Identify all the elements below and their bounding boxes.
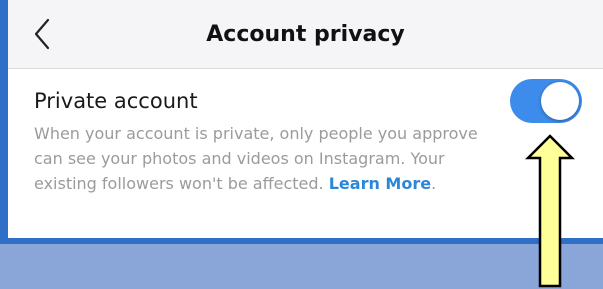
private-account-setting: Private account When your account is pri… bbox=[8, 69, 603, 238]
chevron-left-icon bbox=[34, 18, 50, 50]
setting-label: Private account bbox=[34, 89, 198, 113]
navigation-bar: Account privacy bbox=[8, 0, 603, 69]
private-account-toggle[interactable] bbox=[510, 79, 582, 123]
page-title: Account privacy bbox=[206, 22, 405, 47]
description-period: . bbox=[431, 174, 437, 193]
device-frame: Account privacy Private account When you… bbox=[0, 0, 603, 244]
learn-more-link[interactable]: Learn More bbox=[329, 174, 431, 193]
setting-description: When your account is private, only peopl… bbox=[34, 121, 504, 196]
back-button[interactable] bbox=[28, 14, 64, 54]
toggle-knob bbox=[541, 82, 579, 120]
app-screen: Account privacy Private account When you… bbox=[8, 0, 603, 238]
